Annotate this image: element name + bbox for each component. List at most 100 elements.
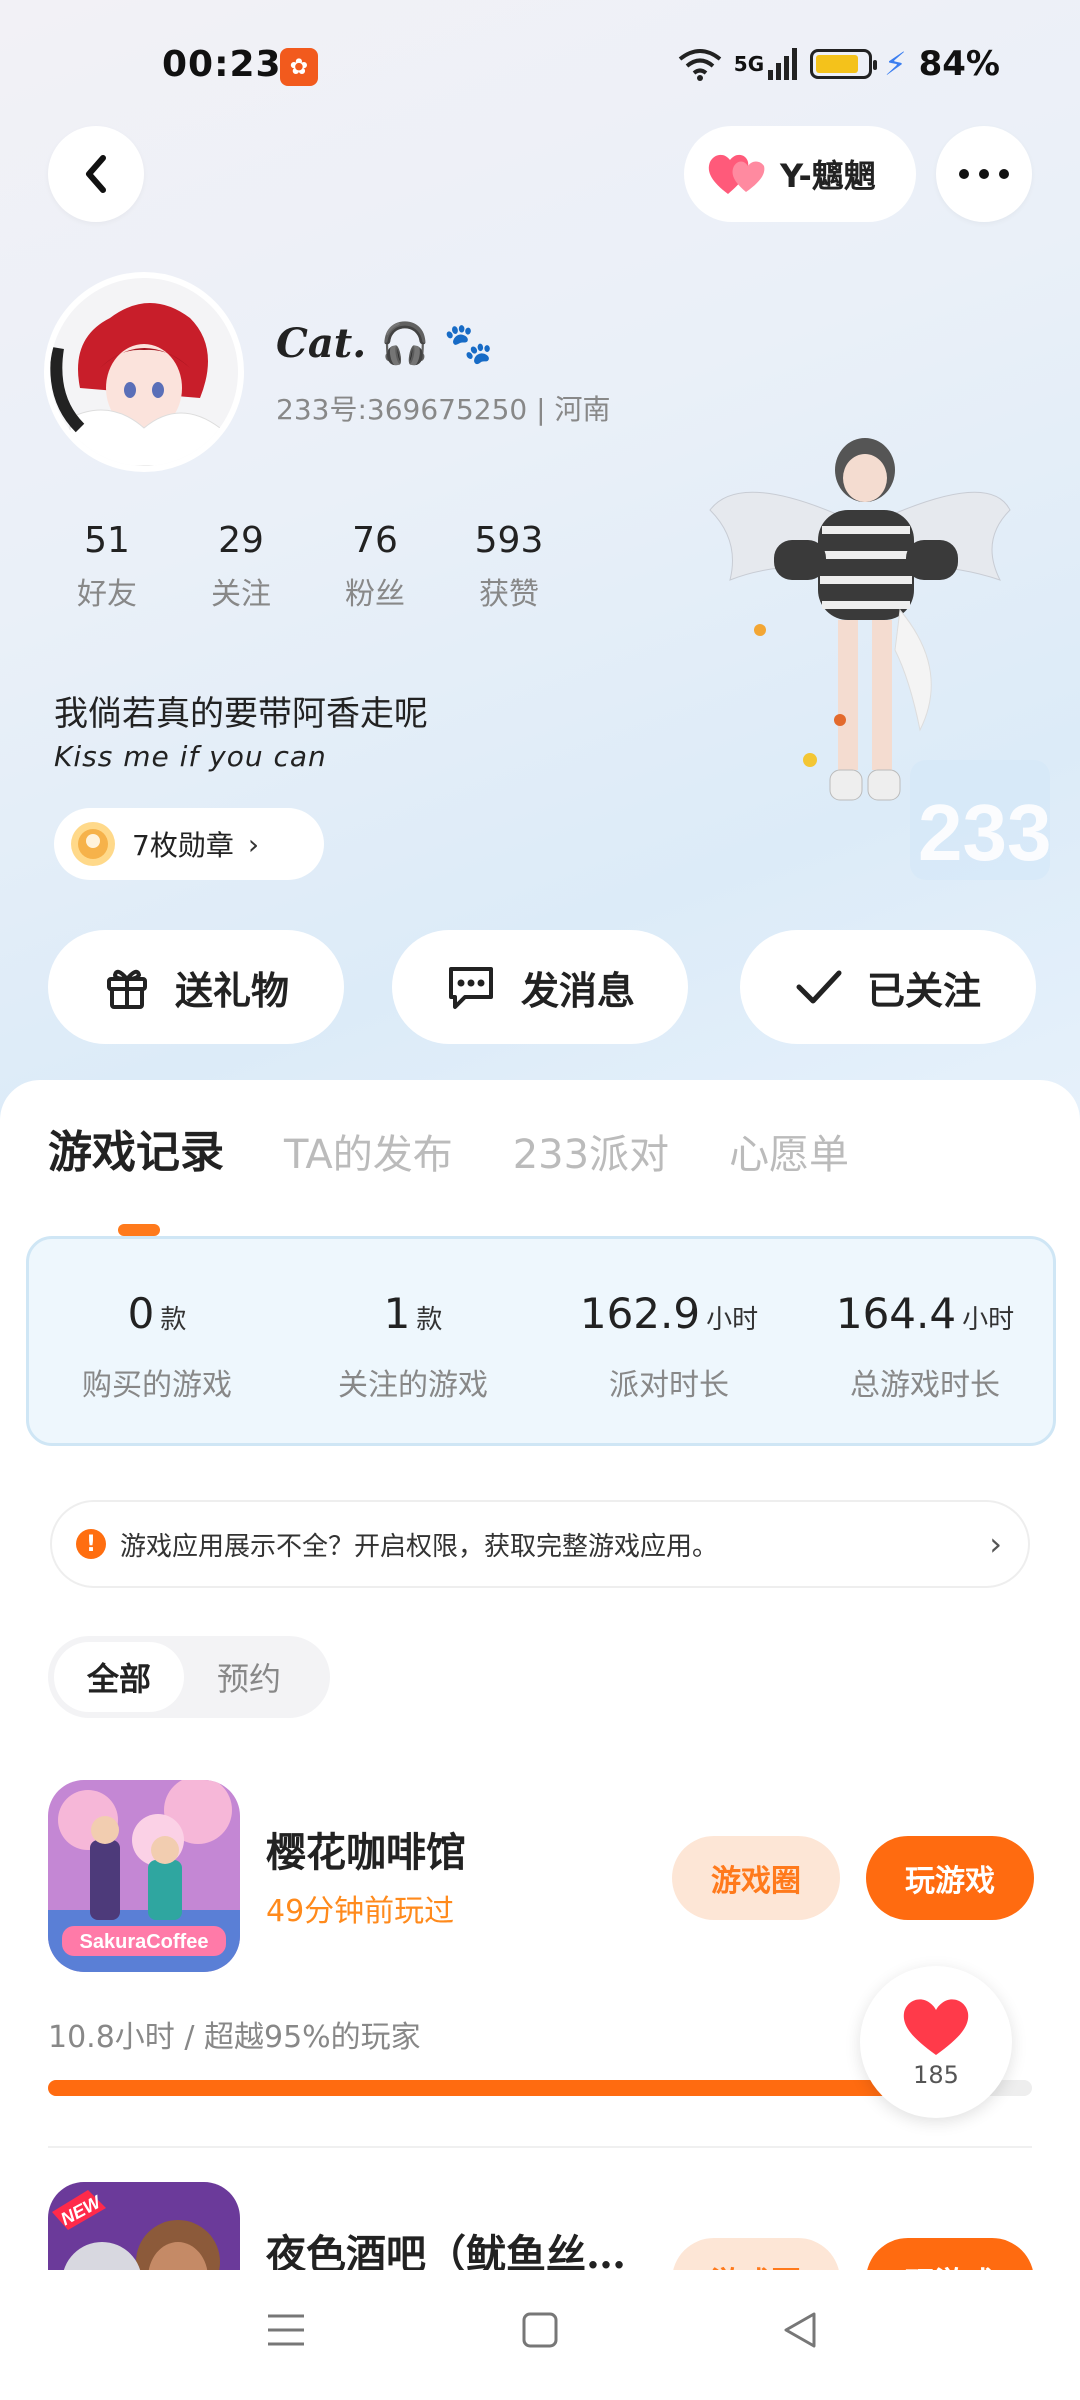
status-bar: 00:23 ✿ 5G ⚡ 84% (0, 40, 1080, 100)
stat-value: 593 (474, 520, 544, 561)
notice-text: 游戏应用展示不全？开启权限，获取完整游戏应用。 (120, 1531, 719, 1562)
game-filter: 全部 预约 (48, 1636, 330, 1718)
filter-reserved[interactable]: 预约 (184, 1642, 314, 1712)
notification-app-icon: ✿ (280, 48, 318, 86)
check-icon (796, 970, 842, 1004)
menu-nav-icon[interactable] (264, 2310, 308, 2350)
status-right-group: 5G ⚡ 84% (678, 44, 1000, 84)
friend-name: Y-魑魍 (780, 157, 876, 195)
record-unit: 小时 (962, 1305, 1015, 1335)
content-sheet: 游戏记录 TA的发布 233派对 心愿单 0款 购买的游戏 1款 关注的游戏 1… (0, 1080, 1080, 2400)
wifi-icon (678, 49, 722, 81)
stat-friends[interactable]: 51 好友 (40, 520, 174, 613)
more-button[interactable] (936, 126, 1032, 222)
profile-stats: 51 好友 29 关注 76 粉丝 593 获赞 (40, 520, 576, 613)
username-text: Cat. (276, 320, 367, 367)
paw-icon: 🐾 (443, 320, 494, 367)
avatar-image (50, 278, 238, 466)
chevron-left-icon (86, 155, 106, 193)
system-navigation-bar (0, 2270, 1080, 2400)
record-purchased: 0款 购买的游戏 (29, 1239, 285, 1443)
battery-icon (810, 49, 878, 79)
gift-icon (106, 969, 147, 1009)
game-icon-logo-text: SakuraCoffee (80, 1931, 209, 1953)
like-count: 185 (913, 2061, 959, 2089)
stat-following[interactable]: 29 关注 (174, 520, 308, 613)
game-icon-image: SakuraCoffee (48, 1780, 240, 1972)
send-gift-label: 送礼物 (174, 968, 289, 1013)
record-unit: 款 (416, 1305, 443, 1335)
profile-tabs: 游戏记录 TA的发布 233派对 心愿单 (48, 1116, 849, 1236)
record-value: 0 (127, 1289, 155, 1338)
like-button[interactable]: 185 (860, 1966, 1012, 2118)
record-label: 总游戏时长 (850, 1368, 1000, 1403)
game-icon-sakura-coffee[interactable]: SakuraCoffee (48, 1780, 240, 1972)
game-last-played: 49分钟前玩过 (266, 1894, 455, 1929)
record-label: 关注的游戏 (338, 1368, 488, 1403)
233-watermark: 233 (910, 760, 1051, 880)
stat-likes[interactable]: 593 获赞 (442, 520, 576, 613)
heart-icon (903, 1999, 969, 2055)
back-button[interactable] (48, 126, 144, 222)
medals-label: 7枚勋章 (132, 829, 234, 862)
permission-notice[interactable]: ! 游戏应用展示不全？开启权限，获取完整游戏应用。 › (50, 1500, 1030, 1588)
record-value: 162.9 (579, 1289, 701, 1338)
stat-label: 关注 (211, 577, 271, 612)
stat-fans[interactable]: 76 粉丝 (308, 520, 442, 613)
avatar[interactable] (44, 272, 244, 472)
medals-button[interactable]: 7枚勋章 › (54, 808, 324, 880)
stat-value: 51 (84, 520, 130, 561)
alert-icon: ! (76, 1529, 106, 1559)
record-followed: 1款 关注的游戏 (285, 1239, 541, 1443)
chevron-right-icon: › (247, 827, 260, 861)
followed-button[interactable]: 已关注 (740, 930, 1036, 1044)
record-value: 164.4 (835, 1289, 957, 1338)
double-heart-icon (708, 154, 765, 194)
chat-bubble-icon (448, 967, 493, 1009)
username: Cat. 🎧 🐾 (276, 320, 494, 367)
stat-label: 获赞 (479, 577, 539, 612)
more-dots-icon (959, 169, 1009, 179)
send-gift-button[interactable]: 送礼物 (48, 930, 344, 1044)
battery-percent: 84% (918, 44, 1000, 84)
status-time: 00:23 (162, 44, 282, 85)
record-value: 1 (383, 1289, 411, 1338)
signal-icon (768, 48, 798, 80)
record-label: 购买的游戏 (82, 1368, 232, 1403)
headphones-icon: 🎧 (380, 320, 430, 367)
send-message-label: 发消息 (520, 968, 635, 1013)
record-total-time: 164.4 小时 总游戏时长 (797, 1239, 1053, 1443)
tab-game-records[interactable]: 游戏记录 (48, 1116, 224, 1236)
back-nav-icon[interactable] (780, 2310, 820, 2350)
svg-text:233: 233 (918, 788, 1051, 877)
progress-fill (48, 2080, 983, 2096)
game-circle-button[interactable]: 游戏圈 (672, 1836, 840, 1920)
game-title: 樱花咖啡馆 (266, 1829, 466, 1876)
tab-posts[interactable]: TA的发布 (284, 1122, 453, 1180)
record-unit: 款 (160, 1305, 187, 1335)
stat-label: 好友 (77, 577, 137, 612)
bio-line-2: Kiss me if you can (54, 740, 327, 773)
stat-value: 29 (218, 520, 264, 561)
send-message-button[interactable]: 发消息 (392, 930, 688, 1044)
stat-label: 粉丝 (345, 577, 405, 612)
followed-label: 已关注 (866, 968, 981, 1013)
charging-icon: ⚡ (884, 45, 907, 83)
tab-wishlist[interactable]: 心愿单 (729, 1122, 849, 1180)
list-divider (48, 2146, 1032, 2148)
network-type: 5G (733, 52, 765, 76)
stat-value: 76 (352, 520, 398, 561)
tab-party[interactable]: 233派对 (513, 1122, 669, 1180)
home-nav-icon[interactable] (520, 2310, 560, 2350)
record-unit: 小时 (706, 1305, 759, 1335)
friend-pair-badge[interactable]: Y-魑魍 (684, 126, 916, 222)
chevron-right-icon: › (989, 1525, 1002, 1563)
play-game-button[interactable]: 玩游戏 (866, 1836, 1034, 1920)
record-label: 派对时长 (609, 1368, 729, 1403)
record-party-time: 162.9 小时 派对时长 (541, 1239, 797, 1443)
filter-all[interactable]: 全部 (54, 1642, 184, 1712)
bio-line-1: 我倘若真的要带阿香走呢 (54, 694, 428, 734)
user-id-location: 233号:369675250 | 河南 (276, 393, 611, 426)
game-record-summary: 0款 购买的游戏 1款 关注的游戏 162.9 小时 派对时长 164.4 小时 总… (26, 1236, 1056, 1446)
game-play-stat: 10.8小时 / 超越95%的玩家 (48, 2020, 421, 2055)
